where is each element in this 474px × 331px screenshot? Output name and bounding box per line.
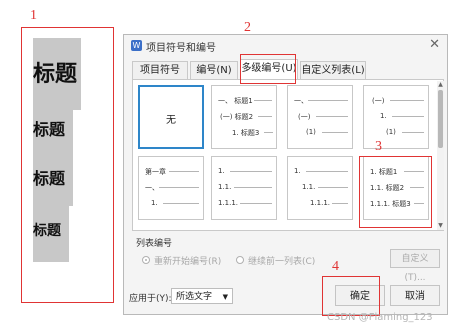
dialog-title: 项目符号和编号 bbox=[146, 43, 216, 54]
watermark: CSDN @Flaming_123 bbox=[327, 312, 433, 323]
annotation-number-3: 3 bbox=[375, 139, 382, 154]
cell-line: 1.1. bbox=[302, 183, 316, 191]
heading-level-4: 标题 bbox=[33, 206, 69, 262]
scroll-thumb[interactable] bbox=[438, 90, 443, 148]
cell-line: 1. 标题3 bbox=[232, 129, 260, 137]
cell-line: (一) 标题2 bbox=[220, 113, 254, 121]
cell-line: (一) bbox=[298, 113, 311, 121]
apply-to-value: 所选文字 bbox=[176, 292, 213, 302]
cell-line: 一、 bbox=[294, 97, 308, 105]
heading-level-1: 标题 bbox=[33, 38, 81, 110]
tab-custom-list[interactable]: 自定义列表(L) bbox=[300, 61, 366, 79]
style-none[interactable]: 无 bbox=[138, 85, 204, 149]
style-chinese-headings[interactable]: 一、 标题1 (一) 标题2 1. 标题3 bbox=[211, 85, 277, 149]
cell-line: (一) bbox=[372, 97, 385, 105]
style-none-label: 无 bbox=[166, 115, 176, 126]
cancel-button[interactable]: 取消 bbox=[390, 285, 440, 306]
cell-line: 1.1.1. bbox=[310, 199, 331, 207]
style-chinese-list[interactable]: 一、 (一) (1) bbox=[287, 85, 353, 149]
cell-line: 1.1. bbox=[218, 183, 232, 191]
continue-list-label: 继续前一列表(C) bbox=[248, 257, 316, 267]
customize-button[interactable]: 自定义(T)... bbox=[390, 249, 440, 283]
cell-line: 1. bbox=[218, 167, 225, 175]
continue-list-radio[interactable] bbox=[236, 256, 244, 264]
cell-line: (1) bbox=[386, 128, 396, 136]
annotation-number-2: 2 bbox=[244, 20, 251, 35]
tab-bullets[interactable]: 项目符号(B) bbox=[132, 61, 188, 94]
cell-line: 一、 bbox=[145, 184, 159, 192]
heading-level-2: 标题 bbox=[33, 110, 73, 152]
cell-line: 1. bbox=[151, 199, 158, 207]
cell-line: 1.1.1. bbox=[218, 199, 239, 207]
style-decimal-indented[interactable]: 1. 1.1. 1.1.1. bbox=[287, 156, 353, 220]
apply-to-label: 应用于(Y): bbox=[129, 294, 172, 304]
list-numbering-label: 列表编号 bbox=[136, 239, 173, 249]
cell-line: 第一章 bbox=[145, 168, 166, 176]
annotation-number-1: 1 bbox=[30, 8, 37, 23]
gallery-scrollbar[interactable]: ▲ ▼ bbox=[437, 81, 444, 230]
annotation-box-4 bbox=[322, 276, 380, 316]
wps-app-icon: W bbox=[131, 40, 142, 51]
tab-numbering[interactable]: 编号(N) bbox=[190, 61, 238, 79]
style-decimal-left[interactable]: 1. 1.1. 1.1.1. bbox=[211, 156, 277, 220]
annotation-box-2 bbox=[240, 54, 296, 84]
scroll-down-icon[interactable]: ▼ bbox=[437, 222, 444, 229]
cell-line: 1. bbox=[294, 167, 301, 175]
dropdown-arrow-icon: ▼ bbox=[222, 293, 228, 301]
close-icon[interactable]: ✕ bbox=[429, 37, 440, 52]
restart-numbering-label: 重新开始编号(R) bbox=[154, 257, 222, 267]
heading-level-3: 标题 bbox=[33, 152, 73, 206]
cell-line: (1) bbox=[306, 128, 316, 136]
apply-to-select[interactable]: 所选文字 ▼ bbox=[171, 288, 233, 304]
cell-line: 一、 标题1 bbox=[218, 97, 253, 105]
annotation-number-4: 4 bbox=[332, 259, 339, 274]
annotation-box-3 bbox=[359, 156, 432, 228]
scroll-up-icon[interactable]: ▲ bbox=[437, 81, 444, 88]
style-parenthesized[interactable]: (一) 1. (1) bbox=[363, 85, 429, 149]
cell-line: 1. bbox=[380, 112, 387, 120]
style-chapter[interactable]: 第一章 一、 1. bbox=[138, 156, 204, 220]
restart-numbering-radio[interactable] bbox=[142, 256, 150, 264]
